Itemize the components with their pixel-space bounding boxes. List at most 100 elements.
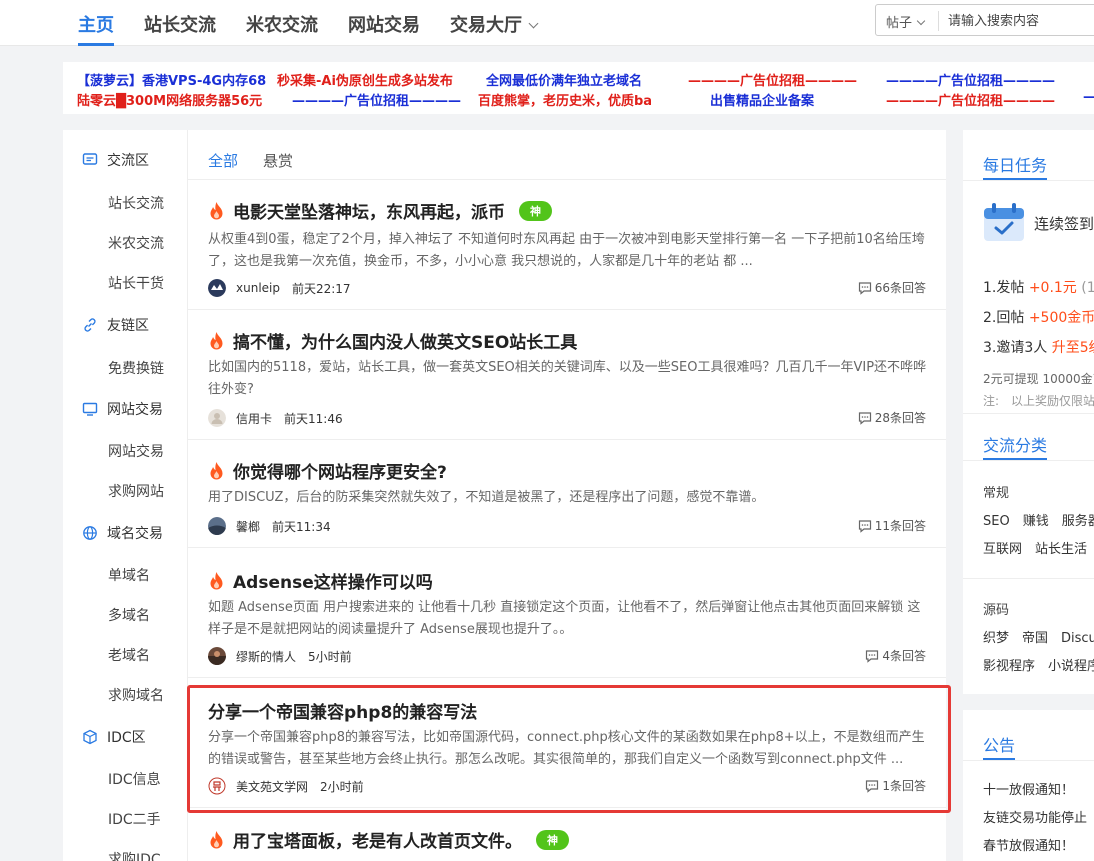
sidebar-cat-label: IDC区 bbox=[107, 730, 146, 746]
nav-webmaster[interactable]: 站长交流 bbox=[144, 11, 216, 37]
checkin-button[interactable]: 连续签到 bbox=[1034, 213, 1094, 234]
sidebar-item-buy-domain[interactable]: 求购域名 bbox=[108, 685, 164, 705]
task-label: 3.邀请3人 bbox=[983, 340, 1048, 356]
divider bbox=[963, 180, 1094, 181]
tab-all[interactable]: 全部 bbox=[208, 150, 238, 171]
search-type-select[interactable]: 帖子 bbox=[886, 12, 926, 31]
post-time: 5小时前 bbox=[308, 649, 352, 664]
notice-item[interactable]: 十一放假通知！ bbox=[983, 779, 1074, 798]
calendar-check-icon bbox=[984, 203, 1024, 241]
list-item[interactable]: 电影天堂坠落神坛，东风再起，派币 神 从权重4到0蛋，稳定了2个月，掉入神坛了 … bbox=[188, 180, 946, 310]
ad-link[interactable]: ————广告位招租———— bbox=[292, 90, 461, 109]
post-title[interactable]: 你觉得哪个网站程序更安全? bbox=[208, 458, 447, 483]
category-tags[interactable]: 影视程序 小说程序 bbox=[983, 655, 1094, 674]
sidebar-cat-links[interactable]: 友链区 bbox=[81, 315, 149, 335]
task-extra: (1 bbox=[1081, 280, 1094, 296]
sidebar-item-free-links[interactable]: 免费换链 bbox=[108, 358, 164, 378]
list-item[interactable]: 用了宝塔面板，老是有人改首页文件。 神 bbox=[188, 808, 946, 861]
ad-link[interactable]: ————广告位招租———— bbox=[688, 70, 857, 89]
sidebar-cat-site[interactable]: 网站交易 bbox=[81, 399, 163, 419]
sidebar-item-idc-info[interactable]: IDC信息 bbox=[108, 769, 161, 789]
forum-sidebar: 交流区 站长交流 米农交流 站长干货 友链区 免费换链 网站交易 网站交易 求购… bbox=[63, 130, 188, 861]
notice-item[interactable]: 友链交易功能停止 bbox=[983, 807, 1087, 826]
nav-site-trade[interactable]: 网站交易 bbox=[348, 11, 420, 37]
ad-link[interactable]: ————广告位招租———— bbox=[886, 90, 1055, 109]
comment-icon bbox=[858, 519, 871, 533]
chevron-down-icon bbox=[916, 16, 926, 26]
post-title[interactable]: 用了宝塔面板，老是有人改首页文件。 神 bbox=[208, 827, 569, 852]
sidebar-item-site-trade[interactable]: 网站交易 bbox=[108, 441, 164, 461]
sidebar-item-idc-used[interactable]: IDC二手 bbox=[108, 809, 161, 829]
task-reward: 升至5级 bbox=[1051, 340, 1094, 356]
post-meta: 馨榔 前天11:34 bbox=[208, 517, 331, 535]
ad-link[interactable]: ————广告位招租———— bbox=[886, 70, 1055, 89]
sidebar-cat-label: 交流区 bbox=[107, 153, 149, 169]
sidebar-item-buy-idc[interactable]: 求购IDC bbox=[108, 849, 161, 861]
post-author[interactable]: 馨榔 bbox=[236, 518, 260, 535]
sidebar-cat-exchange[interactable]: 交流区 bbox=[81, 150, 149, 170]
sidebar-cat-idc[interactable]: IDC区 bbox=[81, 727, 146, 747]
notice-item[interactable]: 春节放假通知！ bbox=[983, 835, 1074, 854]
task-invite: 3.邀请3人 升至5级 bbox=[983, 337, 1094, 357]
list-item[interactable]: Adsense这样操作可以吗 如题 Adsense页面 用户搜索进来的 让他看十… bbox=[188, 548, 946, 678]
sidebar-item-tips[interactable]: 站长干货 bbox=[108, 273, 164, 293]
post-author[interactable]: 信用卡 bbox=[236, 410, 272, 427]
reply-count-text: 66条回答 bbox=[874, 281, 926, 295]
ad-link[interactable]: 全网最低价满年独立老域名 bbox=[486, 70, 642, 89]
sidebar-item-multi-domain[interactable]: 多域名 bbox=[108, 605, 150, 625]
post-title[interactable]: 搞不懂，为什么国内没人做英文SEO站长工具 bbox=[208, 328, 577, 353]
sidebar-cat-domain[interactable]: 域名交易 bbox=[81, 523, 163, 543]
sidebar-item-old-domain[interactable]: 老域名 bbox=[108, 645, 150, 665]
nav-home[interactable]: 主页 bbox=[78, 11, 114, 37]
avatar[interactable] bbox=[208, 517, 226, 535]
reply-count[interactable]: 66条回答 bbox=[858, 279, 926, 296]
category-tags[interactable]: 织梦 帝国 Discu bbox=[983, 627, 1094, 646]
monitor-icon bbox=[81, 400, 99, 418]
post-author[interactable]: xunleip bbox=[236, 281, 280, 295]
ad-link[interactable]: 陆零云█300M网络服务器56元 bbox=[77, 90, 262, 109]
post-meta: 缪斯的情人 5小时前 bbox=[208, 647, 352, 665]
task-label: 1.发帖 bbox=[983, 280, 1025, 296]
reward-note: 注: 以上奖励仅限站 bbox=[983, 394, 1094, 408]
nav-trade-hall[interactable]: 交易大厅 bbox=[450, 11, 539, 37]
task-reply: 2.回帖 +500金币 bbox=[983, 307, 1094, 327]
sidebar-cat-label: 网站交易 bbox=[107, 402, 163, 418]
post-author[interactable]: 缪斯的情人 bbox=[236, 648, 296, 665]
notice-title: 公告 bbox=[983, 736, 1016, 755]
sidebar-item-single-domain[interactable]: 单域名 bbox=[108, 565, 150, 585]
post-excerpt: 用了DISCUZ，后台的防采集突然就失效了，不知道是被黑了，还是程序出了问题，感… bbox=[208, 490, 765, 505]
task-post: 1.发帖 +0.1元 (1 bbox=[983, 277, 1094, 297]
sidebar-item-webmaster[interactable]: 站长交流 bbox=[108, 193, 164, 213]
category-tags[interactable]: 互联网 站长生活 bbox=[983, 538, 1087, 557]
avatar[interactable] bbox=[208, 647, 226, 665]
reply-count[interactable]: 4条回答 bbox=[865, 647, 926, 664]
ad-link[interactable]: 百度熊掌，老历史米，优质ba bbox=[478, 90, 652, 109]
ad-link[interactable]: 【菠萝云】香港VPS-4G内存68 bbox=[77, 70, 266, 89]
search-box: 帖子 bbox=[875, 4, 1094, 36]
comment-icon bbox=[858, 281, 871, 295]
list-item[interactable]: 你觉得哪个网站程序更安全? 用了DISCUZ，后台的防采集突然就失效了，不知道是… bbox=[188, 440, 946, 548]
sidebar-item-buy-site[interactable]: 求购网站 bbox=[108, 481, 164, 501]
ad-link[interactable]: 秒采集-Ai伪原创生成多站发布 bbox=[277, 70, 453, 89]
nav-domainer[interactable]: 米农交流 bbox=[246, 11, 318, 37]
fire-icon bbox=[210, 201, 223, 219]
tab-bounty[interactable]: 悬赏 bbox=[263, 150, 293, 171]
post-title[interactable]: Adsense这样操作可以吗 bbox=[208, 568, 433, 593]
god-badge: 神 bbox=[536, 829, 569, 850]
task-reward: +0.1元 bbox=[1028, 280, 1077, 296]
top-nav: 主页 站长交流 米农交流 网站交易 交易大厅 帖子 bbox=[0, 0, 1094, 46]
ad-link[interactable]: — bbox=[1083, 90, 1094, 105]
avatar[interactable] bbox=[208, 409, 226, 427]
sidebar-item-domainer[interactable]: 米农交流 bbox=[108, 233, 164, 253]
post-meta: xunleip 前天22:17 bbox=[208, 279, 351, 297]
reply-count[interactable]: 11条回答 bbox=[858, 517, 926, 534]
search-input[interactable] bbox=[948, 10, 1094, 32]
ad-link[interactable]: 出售精品企业备案 bbox=[710, 90, 814, 109]
post-title[interactable]: 电影天堂坠落神坛，东风再起，派币 神 bbox=[208, 198, 552, 223]
right-sidebar-notice: 公告 十一放假通知！ 友链交易功能停止 春节放假通知！ bbox=[963, 710, 1094, 861]
list-item[interactable]: 搞不懂，为什么国内没人做英文SEO站长工具 比如国内的5118，爱站，站长工具，… bbox=[188, 310, 946, 440]
avatar[interactable] bbox=[208, 279, 226, 297]
task-label: 2.回帖 bbox=[983, 310, 1025, 326]
reply-count[interactable]: 28条回答 bbox=[858, 409, 926, 426]
category-tags[interactable]: SEO 赚钱 服务器 bbox=[983, 510, 1094, 529]
